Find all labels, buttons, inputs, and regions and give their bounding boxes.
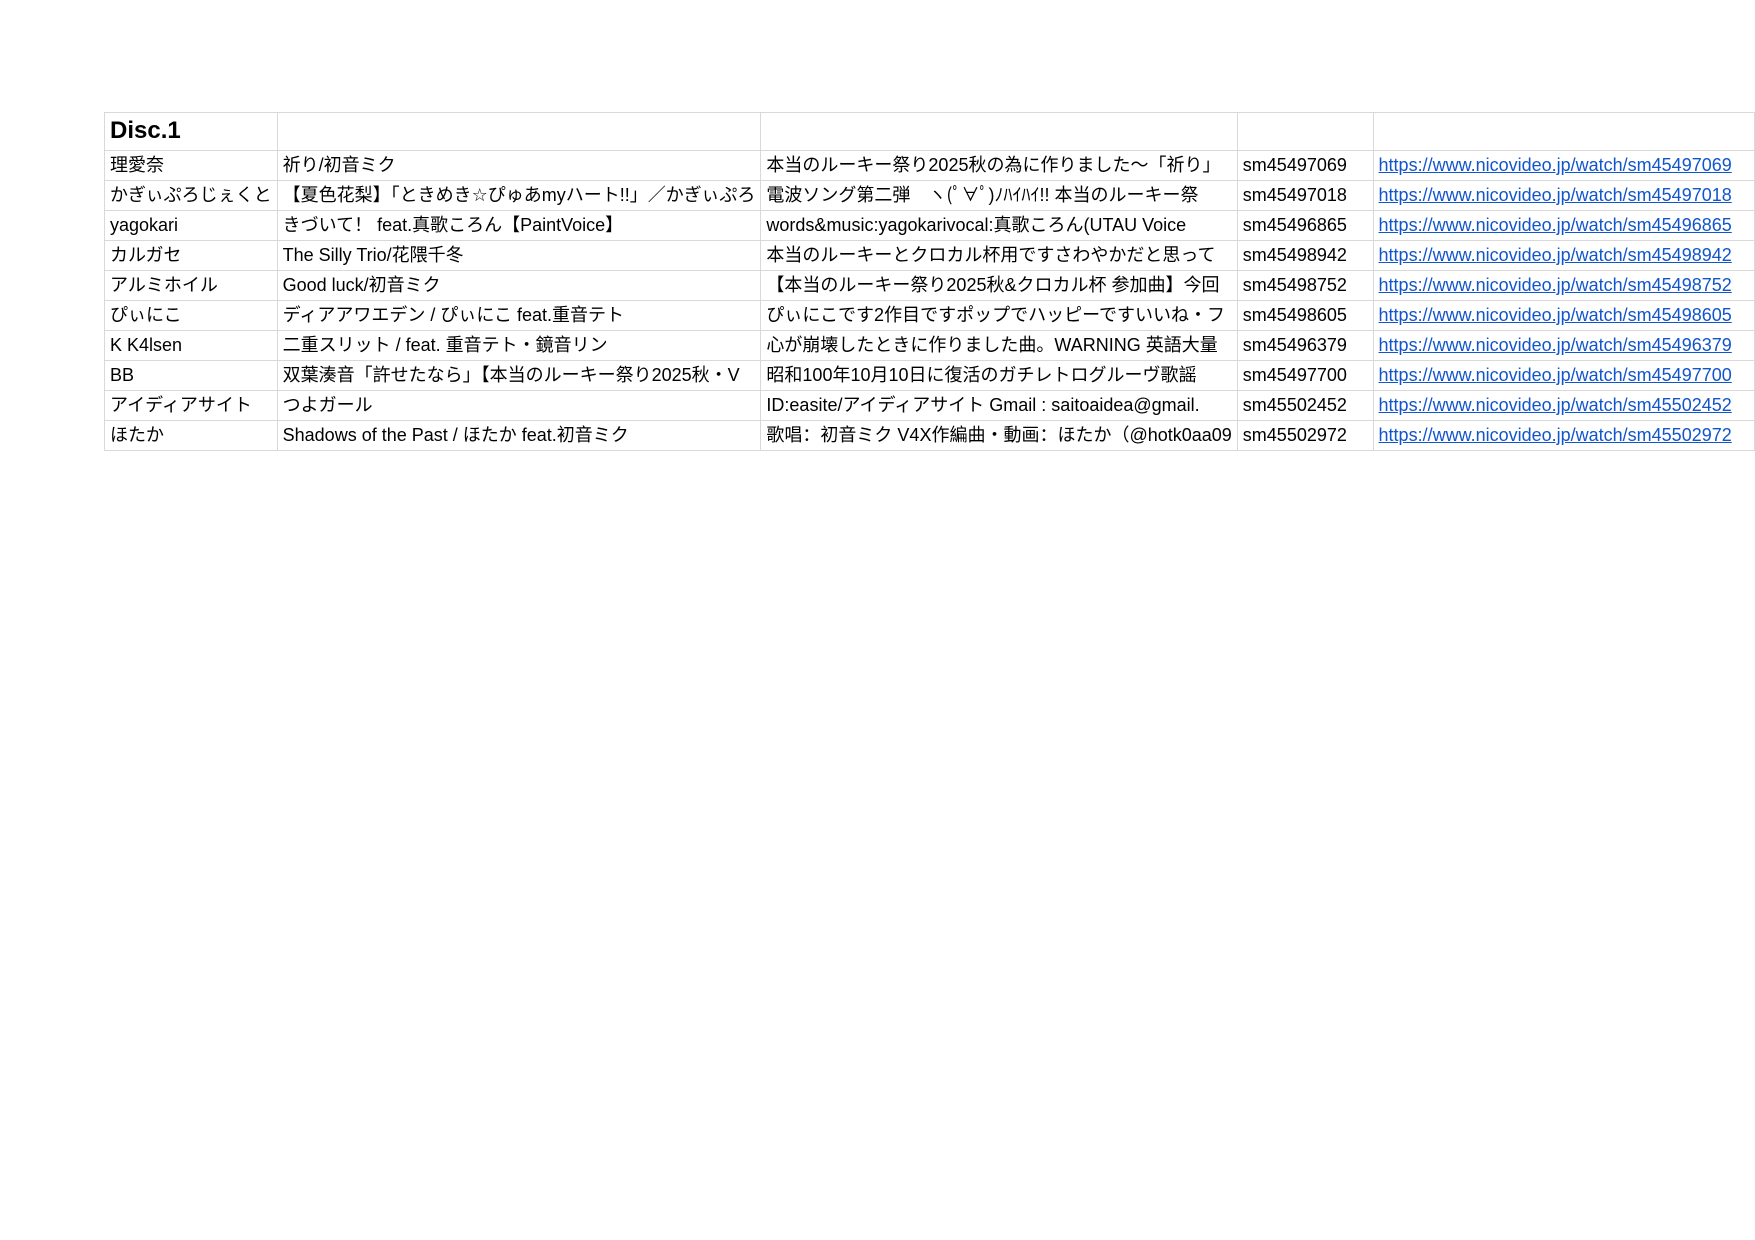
empty-cell xyxy=(1372,112,1755,151)
title-cell: Good luck/初音ミク xyxy=(276,270,762,301)
description-cell: 電波ソング第二弾 ヽ(ﾟ∀ﾟ)ﾉﾊｲﾊｲ!! 本当のルーキー祭 xyxy=(760,180,1238,211)
video-link[interactable]: https://www.nicovideo.jp/watch/sm4549875… xyxy=(1379,275,1732,295)
artist-cell: アイディアサイト xyxy=(104,390,278,421)
video-id-cell: sm45498942 xyxy=(1236,240,1374,271)
table-row: yagokari きづいて！ feat.真歌ころん【PaintVoice】 word… xyxy=(104,210,1755,241)
video-link[interactable]: https://www.nicovideo.jp/watch/sm4550297… xyxy=(1379,425,1732,445)
url-cell: https://www.nicovideo.jp/watch/sm4549701… xyxy=(1372,180,1755,211)
title-cell: 二重スリット / feat. 重音テト・鏡音リン xyxy=(276,330,762,361)
video-link[interactable]: https://www.nicovideo.jp/watch/sm4549706… xyxy=(1379,155,1732,175)
artist-cell: アルミホイル xyxy=(104,270,278,301)
title-cell: きづいて！ feat.真歌ころん【PaintVoice】 xyxy=(276,210,762,241)
description-cell: 本当のルーキーとクロカル杯用ですさわやかだと思って xyxy=(760,240,1238,271)
table-row: BB 双葉湊音「許せたなら」【本当のルーキー祭り2025秋・V 昭和100年10月1… xyxy=(104,360,1755,391)
title-cell: ディアアワエデン / ぴぃにこ feat.重音テト xyxy=(276,300,762,331)
title-cell: 双葉湊音「許せたなら」【本当のルーキー祭り2025秋・V xyxy=(276,360,762,391)
table-row: ぴぃにこ ディアアワエデン / ぴぃにこ feat.重音テト ぴぃにこです2作目です… xyxy=(104,300,1755,331)
disc-title: Disc.1 xyxy=(110,117,181,144)
artist-cell: ほたか xyxy=(104,420,278,451)
video-link[interactable]: https://www.nicovideo.jp/watch/sm4549686… xyxy=(1379,215,1732,235)
table-row: ほたか Shadows of the Past / ほたか feat.初音ミク 歌唱… xyxy=(104,420,1755,451)
video-id-cell: sm45497018 xyxy=(1236,180,1374,211)
title-cell: つよガール xyxy=(276,390,762,421)
video-link[interactable]: https://www.nicovideo.jp/watch/sm4549701… xyxy=(1379,185,1732,205)
url-cell: https://www.nicovideo.jp/watch/sm4549637… xyxy=(1372,330,1755,361)
artist-cell: かぎぃぷろじぇくと xyxy=(104,180,278,211)
description-cell: 歌唱：初音ミク V4X作編曲・動画：ほたか（@hotk0aa09 xyxy=(760,420,1238,451)
table-row: アイディアサイト つよガール ID:easite/アイディアサイト Gmail : … xyxy=(104,390,1755,421)
video-link[interactable]: https://www.nicovideo.jp/watch/sm4549894… xyxy=(1379,245,1732,265)
table-row: カルガセ The Silly Trio/花隈千冬 本当のルーキーとクロカル杯用ですさ… xyxy=(104,240,1755,271)
title-cell: 祈り/初音ミク xyxy=(276,150,762,181)
spreadsheet-body: Disc.1 理愛奈 祈り/初音ミク 本当のルーキー祭り2025秋の為に作りました〜… xyxy=(104,112,1755,451)
video-id-cell: sm45497700 xyxy=(1236,360,1374,391)
video-link[interactable]: https://www.nicovideo.jp/watch/sm4549770… xyxy=(1379,365,1732,385)
artist-cell: カルガセ xyxy=(104,240,278,271)
url-cell: https://www.nicovideo.jp/watch/sm4549860… xyxy=(1372,300,1755,331)
video-link[interactable]: https://www.nicovideo.jp/watch/sm4549637… xyxy=(1379,335,1732,355)
description-cell: 本当のルーキー祭り2025秋の為に作りました〜「祈り」 xyxy=(760,150,1238,181)
video-id-cell: sm45502972 xyxy=(1236,420,1374,451)
video-id-cell: sm45497069 xyxy=(1236,150,1374,181)
url-cell: https://www.nicovideo.jp/watch/sm4549706… xyxy=(1372,150,1755,181)
empty-cell xyxy=(276,112,762,151)
title-cell: 【夏色花梨】「ときめき☆ぴゅあmyハート!!」／かぎぃぷろ xyxy=(276,180,762,211)
artist-cell: ぴぃにこ xyxy=(104,300,278,331)
title-cell: Shadows of the Past / ほたか feat.初音ミク xyxy=(276,420,762,451)
video-id-cell: sm45496379 xyxy=(1236,330,1374,361)
artist-cell: 理愛奈 xyxy=(104,150,278,181)
url-cell: https://www.nicovideo.jp/watch/sm4549894… xyxy=(1372,240,1755,271)
description-cell: 心が崩壊したときに作りました曲。WARNING 英語大量 xyxy=(760,330,1238,361)
video-id-cell: sm45496865 xyxy=(1236,210,1374,241)
description-cell: 昭和100年10月10日に復活のガチレトログルーヴ歌謡 xyxy=(760,360,1238,391)
url-cell: https://www.nicovideo.jp/watch/sm4550297… xyxy=(1372,420,1755,451)
description-cell: ID:easite/アイディアサイト Gmail : saitoaidea@gm… xyxy=(760,390,1238,421)
artist-cell: yagokari xyxy=(104,210,278,241)
artist-cell: BB xyxy=(104,360,278,391)
video-id-cell: sm45502452 xyxy=(1236,390,1374,421)
video-id-cell: sm45498752 xyxy=(1236,270,1374,301)
disc-title-cell: Disc.1 xyxy=(104,112,278,151)
table-row: K K4lsen 二重スリット / feat. 重音テト・鏡音リン 心が崩壊したとき… xyxy=(104,330,1755,361)
title-cell: The Silly Trio/花隈千冬 xyxy=(276,240,762,271)
artist-cell: K K4lsen xyxy=(104,330,278,361)
table-row: かぎぃぷろじぇくと 【夏色花梨】「ときめき☆ぴゅあmyハート!!」／かぎぃぷろ 電波… xyxy=(104,180,1755,211)
video-link[interactable]: https://www.nicovideo.jp/watch/sm4549860… xyxy=(1379,305,1732,325)
url-cell: https://www.nicovideo.jp/watch/sm4550245… xyxy=(1372,390,1755,421)
video-link[interactable]: https://www.nicovideo.jp/watch/sm4550245… xyxy=(1379,395,1732,415)
header-row: Disc.1 xyxy=(104,112,1755,151)
empty-cell xyxy=(1236,112,1374,151)
url-cell: https://www.nicovideo.jp/watch/sm4549770… xyxy=(1372,360,1755,391)
empty-cell xyxy=(760,112,1238,151)
description-cell: ぴぃにこです2作目ですポップでハッピーですいいね・フ xyxy=(760,300,1238,331)
video-id-cell: sm45498605 xyxy=(1236,300,1374,331)
url-cell: https://www.nicovideo.jp/watch/sm4549875… xyxy=(1372,270,1755,301)
url-cell: https://www.nicovideo.jp/watch/sm4549686… xyxy=(1372,210,1755,241)
table-row: 理愛奈 祈り/初音ミク 本当のルーキー祭り2025秋の為に作りました〜「祈り」 sm4… xyxy=(104,150,1755,181)
description-cell: 【本当のルーキー祭り2025秋&クロカル杯 参加曲】今回 xyxy=(760,270,1238,301)
table-row: アルミホイル Good luck/初音ミク 【本当のルーキー祭り2025秋&クロカル… xyxy=(104,270,1755,301)
spreadsheet-table: Disc.1 理愛奈 祈り/初音ミク 本当のルーキー祭り2025秋の為に作りました〜… xyxy=(104,112,1755,451)
description-cell: words&music:yagokarivocal:真歌ころん(UTAU Voi… xyxy=(760,210,1238,241)
